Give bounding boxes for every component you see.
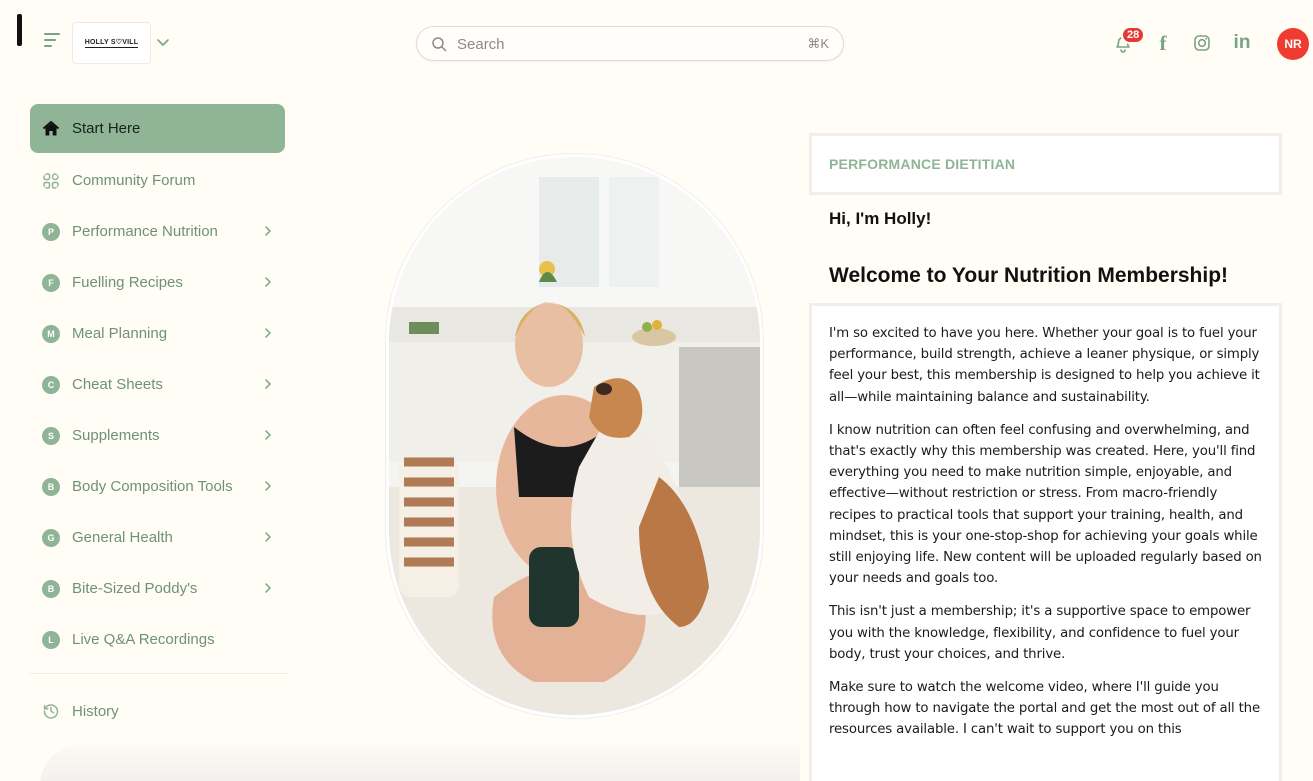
sidebar-item-label: Cheat Sheets xyxy=(72,376,163,393)
sidebar-divider xyxy=(30,673,288,674)
chevron-right-icon xyxy=(265,277,271,287)
sidebar-item-bite-sized-poddys[interactable]: B Bite-Sized Poddy's xyxy=(30,563,285,614)
history-icon xyxy=(43,704,59,719)
sidebar-item-history[interactable]: History xyxy=(30,690,119,732)
role-label: PERFORMANCE DIETITIAN xyxy=(829,156,1016,172)
sidebar-item-label: Start Here xyxy=(72,120,141,137)
linkedin-icon[interactable]: in xyxy=(1231,32,1253,54)
search-input[interactable] xyxy=(457,34,757,54)
welcome-paragraph: This isn't just a membership; it's a sup… xyxy=(829,604,1251,662)
letter-badge-icon: S xyxy=(42,426,60,445)
brand-logo[interactable]: HOLLY S♡VILL xyxy=(72,22,151,64)
brand-logo-text: HOLLY S♡VILL xyxy=(84,39,139,48)
profile-photo-illustration xyxy=(389,157,760,715)
sidebar-item-live-qa-recordings[interactable]: L Live Q&A Recordings xyxy=(30,614,285,665)
letter-badge-icon: L xyxy=(42,630,60,649)
sidebar-item-label: Performance Nutrition xyxy=(72,223,218,240)
welcome-paragraph: I'm so excited to have you here. Whether… xyxy=(829,326,1260,405)
sidebar-item-community-forum[interactable]: Community Forum xyxy=(30,155,285,206)
letter-badge-icon: F xyxy=(42,273,60,292)
chevron-right-icon xyxy=(265,583,271,593)
home-icon xyxy=(42,120,60,135)
sidebar-item-label: Community Forum xyxy=(72,172,196,189)
sidebar: Start Here Community Forum P Performance… xyxy=(30,104,288,692)
sidebar-item-label: Fuelling Recipes xyxy=(72,274,183,291)
sidebar-item-label: General Health xyxy=(72,529,173,546)
top-bar: HOLLY S♡VILL ⌘K 28 f in NR xyxy=(0,0,1313,88)
search-bar[interactable]: ⌘K xyxy=(416,26,844,61)
chevron-down-icon[interactable] xyxy=(155,34,171,50)
letter-badge-icon: B xyxy=(42,579,60,598)
role-card: PERFORMANCE DIETITIAN xyxy=(812,136,1279,192)
welcome-paragraph: Make sure to watch the welcome video, wh… xyxy=(829,680,1260,738)
sidebar-item-label: Bite-Sized Poddy's xyxy=(72,580,198,597)
avatar[interactable]: NR xyxy=(1277,28,1309,60)
chevron-right-icon xyxy=(265,532,271,542)
letter-badge-icon: G xyxy=(42,528,60,547)
sidebar-item-label: Supplements xyxy=(72,427,160,444)
search-shortcut-hint: ⌘K xyxy=(807,36,829,51)
sidebar-item-supplements[interactable]: S Supplements xyxy=(30,410,285,461)
letter-badge-icon: C xyxy=(42,375,60,394)
chevron-right-icon xyxy=(265,328,271,338)
welcome-text-card: I'm so excited to have you here. Whether… xyxy=(812,306,1279,781)
sidebar-item-body-composition-tools[interactable]: B Body Composition Tools xyxy=(30,461,285,512)
facebook-icon[interactable]: f xyxy=(1152,31,1174,55)
sidebar-item-label: Live Q&A Recordings xyxy=(72,631,215,648)
sidebar-item-label: Meal Planning xyxy=(72,325,168,342)
chevron-right-icon xyxy=(265,430,271,440)
bottom-panel-edge xyxy=(40,745,800,781)
welcome-paragraph: I know nutrition can often feel confusin… xyxy=(829,422,1262,587)
sidebar-item-label: Body Composition Tools xyxy=(72,478,233,495)
sidebar-item-label: History xyxy=(72,702,119,720)
sidebar-item-fuelling-recipes[interactable]: F Fuelling Recipes xyxy=(30,257,285,308)
page-title: Welcome to Your Nutrition Membership! xyxy=(829,264,1229,287)
chevron-right-icon xyxy=(265,226,271,236)
instagram-icon[interactable] xyxy=(1191,32,1213,54)
sidebar-item-start-here[interactable]: Start Here xyxy=(30,104,285,153)
hamburger-icon[interactable] xyxy=(44,33,64,53)
letter-badge-icon: P xyxy=(42,222,60,241)
sidebar-item-meal-planning[interactable]: M Meal Planning xyxy=(30,308,285,359)
sidebar-item-cheat-sheets[interactable]: C Cheat Sheets xyxy=(30,359,285,410)
sidebar-item-general-health[interactable]: G General Health xyxy=(30,512,285,563)
letter-badge-icon: B xyxy=(42,477,60,496)
search-icon xyxy=(432,37,447,52)
greeting-heading: Hi, I'm Holly! xyxy=(829,209,932,228)
sidebar-item-performance-nutrition[interactable]: P Performance Nutrition xyxy=(30,206,285,257)
letter-badge-icon: M xyxy=(42,324,60,343)
chevron-right-icon xyxy=(265,379,271,389)
notification-badge: 28 xyxy=(1121,26,1146,44)
profile-photo xyxy=(386,154,763,718)
chevron-right-icon xyxy=(265,481,271,491)
grid-icon xyxy=(43,172,59,189)
